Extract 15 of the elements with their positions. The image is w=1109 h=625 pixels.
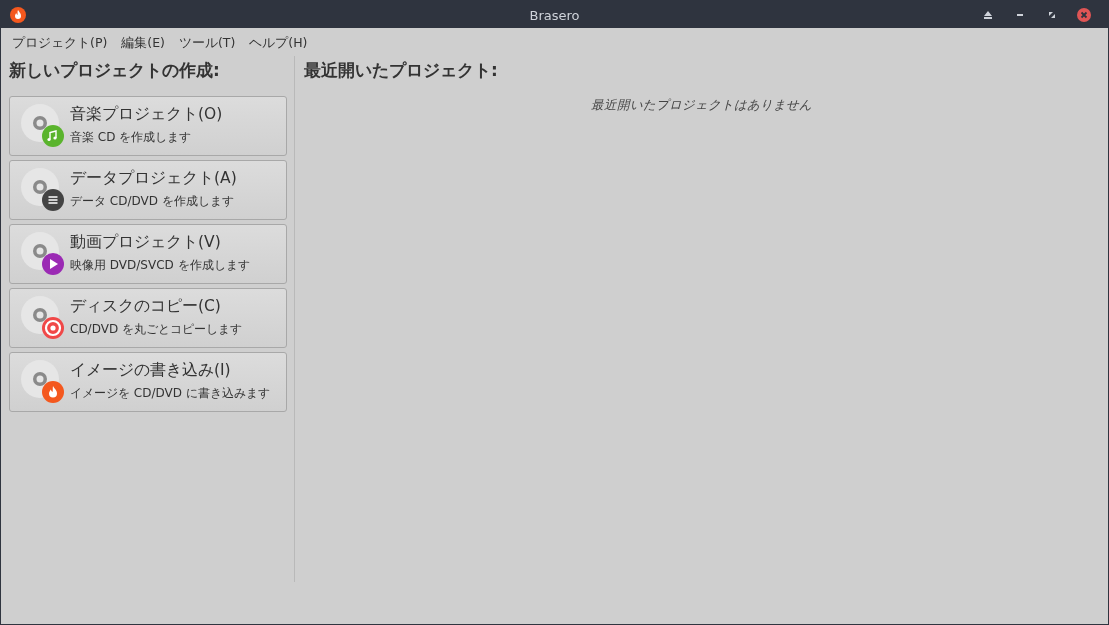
project-button[interactable]: イメージの書き込み(I) イメージを CD/DVD に書き込みます <box>9 351 287 412</box>
menu-item[interactable]: プロジェクト(P) <box>5 34 115 56</box>
project-button[interactable]: 動画プロジェクト(V) 映像用 DVD/SVCD を作成します <box>9 223 287 284</box>
menu-item[interactable]: ツール(T) <box>171 34 243 56</box>
project-button[interactable]: データプロジェクト(A) データ CD/DVD を作成します <box>9 159 287 220</box>
empty-message: 最近開いたプロジェクトはありません <box>590 95 813 114</box>
section-heading: 最近開いたプロジェクト: <box>304 59 499 82</box>
menu-item[interactable]: 編集(E) <box>114 34 172 56</box>
project-button[interactable]: 音楽プロジェクト(O) 音楽 CD を作成します <box>9 95 287 156</box>
flame-icon <box>10 6 26 23</box>
project-button[interactable]: ディスクのコピー(C) CD/DVD を丸ごとコピーします <box>9 287 287 348</box>
section-heading: 新しいプロジェクトの作成: <box>9 59 221 82</box>
close-icon[interactable] <box>1076 6 1092 23</box>
window-title: Brasero <box>529 7 580 25</box>
menu-item[interactable]: ヘルプ(H) <box>242 34 315 56</box>
